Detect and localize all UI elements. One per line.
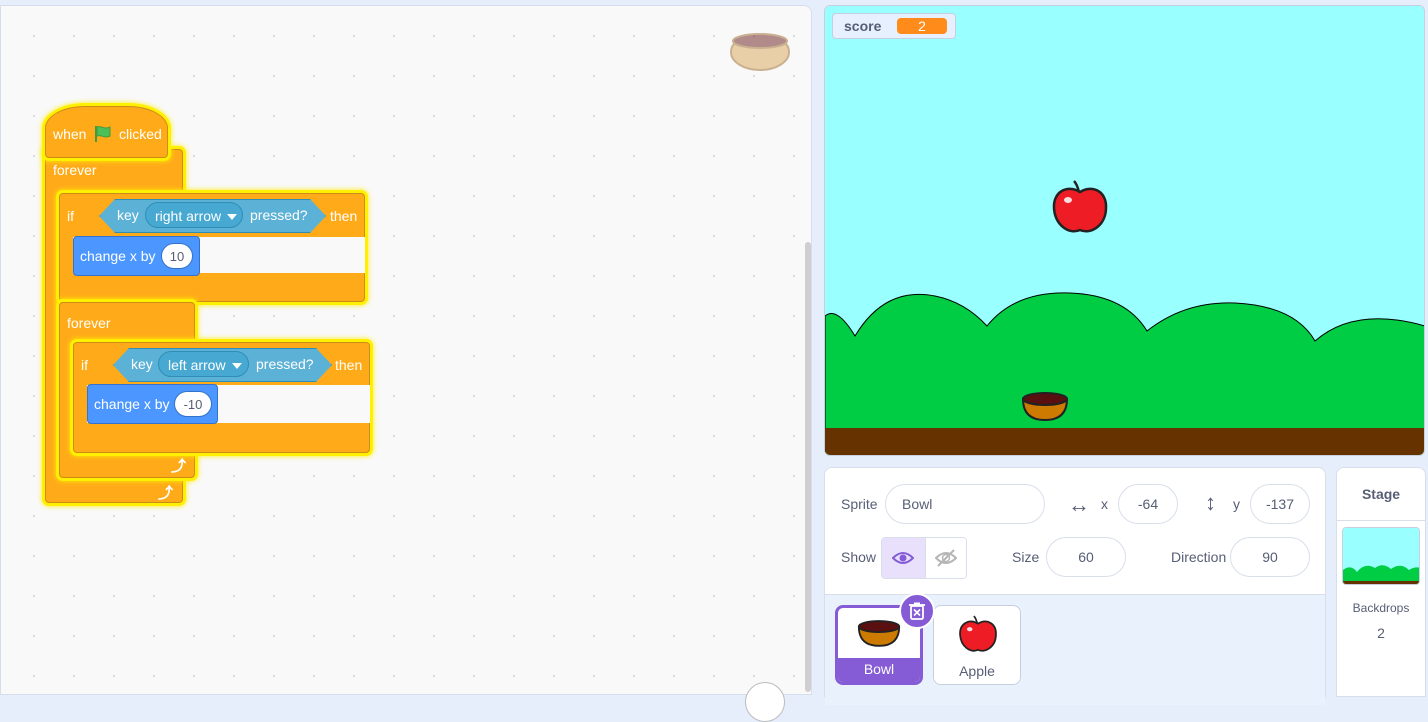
eye-icon xyxy=(892,552,914,564)
change-x-block-left[interactable]: change x by -10 xyxy=(87,384,218,424)
direction-label: Direction xyxy=(1171,549,1227,565)
score-monitor[interactable]: score 2 xyxy=(832,13,956,39)
clicked-label: clicked xyxy=(119,126,162,142)
chevron-down-icon xyxy=(231,363,242,370)
code-area-scrollbar[interactable] xyxy=(805,242,811,692)
change-x-label: change x by xyxy=(80,248,156,264)
loop-arrow-icon: ⤴ xyxy=(158,485,174,502)
show-visible-button[interactable] xyxy=(882,538,925,578)
green-flag-icon xyxy=(95,126,111,142)
backdrops-label: Backdrops xyxy=(1352,601,1410,615)
change-x-label-2: change x by xyxy=(94,396,170,412)
apple-thumbnail xyxy=(959,615,997,652)
then-label-2: then xyxy=(335,357,363,373)
sprite-info-pane: Sprite Bowl ↔ x -64 ↕ y -137 Show Size 6… xyxy=(824,467,1326,705)
direction-input[interactable]: 90 xyxy=(1230,537,1310,577)
bowl-thumbnail xyxy=(857,620,901,647)
eye-slash-icon xyxy=(935,549,957,567)
backdrops-count: 2 xyxy=(1377,625,1385,641)
stage[interactable]: score 2 xyxy=(824,5,1425,456)
show-hidden-button[interactable] xyxy=(925,538,966,578)
trash-icon xyxy=(909,602,925,620)
bowl-sprite[interactable] xyxy=(1021,390,1069,422)
show-label: Show xyxy=(841,549,877,565)
sprite-tile-name: Bowl xyxy=(838,658,920,682)
key-option-label-2: left arrow xyxy=(168,357,226,373)
x-arrows-icon: ↔ xyxy=(1068,492,1090,517)
loop-arrow-icon: ⤴ xyxy=(171,458,187,475)
forever-label-inner: forever xyxy=(67,315,111,331)
sprite-name-input[interactable]: Bowl xyxy=(885,484,1045,524)
code-area[interactable]: forever when clicked if then key right a… xyxy=(0,5,812,722)
if-label: if xyxy=(67,208,74,224)
then-label: then xyxy=(330,208,358,224)
zoom-button[interactable] xyxy=(745,682,785,722)
when-label: when xyxy=(53,126,87,142)
change-x-block-right[interactable]: change x by 10 xyxy=(73,236,200,276)
key-option-label: right arrow xyxy=(155,208,222,224)
sprite-label: Sprite xyxy=(841,496,878,512)
show-toggle-group xyxy=(881,537,967,579)
backdrop-thumbnail xyxy=(1342,527,1420,585)
size-label: Size xyxy=(1012,549,1040,565)
y-input[interactable]: -137 xyxy=(1250,484,1310,524)
x-input[interactable]: -64 xyxy=(1118,484,1178,524)
stage-title: Stage xyxy=(1337,468,1425,521)
apple-sprite[interactable] xyxy=(1051,178,1109,236)
stage-selector[interactable]: Stage Backdrops 2 xyxy=(1336,467,1426,697)
change-x-value-input[interactable]: 10 xyxy=(161,243,193,269)
monitor-value: 2 xyxy=(897,18,947,34)
if-label-2: if xyxy=(81,357,88,373)
y-arrows-icon: ↕ xyxy=(1205,490,1216,515)
sprite-tile-apple[interactable]: Apple xyxy=(933,605,1021,685)
pressed-label: pressed? xyxy=(250,207,308,223)
size-input[interactable]: 60 xyxy=(1046,537,1126,577)
stage-backdrop xyxy=(825,6,1424,455)
key-dropdown-left[interactable]: left arrow xyxy=(158,351,249,377)
current-sprite-thumbnail xyxy=(730,33,790,71)
when-flag-clicked-block[interactable]: when clicked xyxy=(45,106,168,158)
y-label: y xyxy=(1233,496,1240,512)
forever-label-outer: forever xyxy=(53,162,97,178)
key-label: key xyxy=(117,207,139,223)
key-dropdown-right[interactable]: right arrow xyxy=(145,202,243,228)
change-x-value-input-2[interactable]: -10 xyxy=(174,391,212,417)
sprite-tile-name: Apple xyxy=(934,660,1020,684)
chevron-down-icon xyxy=(227,214,238,221)
delete-sprite-button[interactable] xyxy=(899,593,935,629)
x-label: x xyxy=(1101,496,1108,512)
key-label-2: key xyxy=(131,356,153,372)
pressed-label-2: pressed? xyxy=(256,356,314,372)
monitor-label: score xyxy=(844,18,882,34)
